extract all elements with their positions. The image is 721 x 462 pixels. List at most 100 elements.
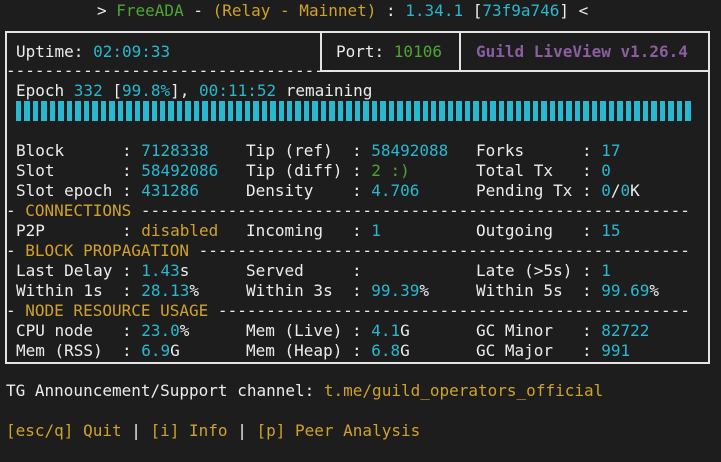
stat-label: Within 5s : bbox=[476, 281, 602, 300]
stat-block: Block : 7128338 bbox=[16, 141, 209, 161]
stat-value: 6.9 bbox=[141, 341, 171, 360]
info-key[interactable]: [i] Info bbox=[151, 421, 228, 440]
stat-label: Mem (Live) : bbox=[246, 321, 372, 340]
stat-value: 7128338 bbox=[141, 141, 209, 160]
progress-segment bbox=[168, 101, 174, 121]
progress-segment bbox=[380, 101, 386, 121]
stat-label: Within 1s : bbox=[16, 281, 142, 300]
progress-segment bbox=[236, 101, 242, 121]
progress-segment bbox=[541, 101, 547, 121]
support-label: TG Announcement/Support channel: bbox=[6, 381, 324, 400]
progress-segment bbox=[532, 101, 539, 121]
progress-segment bbox=[430, 101, 437, 121]
quit-key[interactable]: [esc/q] Quit bbox=[6, 421, 122, 440]
header-bar: > FreeADA - (Relay - Mainnet) : 1.34.1 [… bbox=[97, 1, 588, 21]
keybind-bar: [esc/q] Quit | [i] Info | [p] Peer Analy… bbox=[6, 421, 420, 441]
stat-label: Late (>5s) : bbox=[476, 261, 602, 280]
divider bbox=[320, 70, 710, 72]
progress-segment bbox=[49, 101, 56, 121]
stat-label: GC Major : bbox=[476, 341, 602, 360]
stat-mem-live: Mem (Live) : 4.1G bbox=[246, 321, 410, 341]
stat-value: 28.13 bbox=[141, 281, 190, 300]
progress-segment bbox=[363, 101, 369, 121]
stat-unit: % bbox=[179, 321, 190, 340]
progress-segment bbox=[159, 101, 166, 121]
stat-value: disabled bbox=[141, 221, 219, 240]
progress-segment bbox=[574, 101, 581, 121]
support-link[interactable]: t.me/guild_operators_official bbox=[324, 381, 603, 400]
progress-segment bbox=[185, 101, 191, 121]
progress-segment bbox=[617, 101, 623, 121]
stat-label: Tip (diff) : bbox=[246, 161, 372, 180]
stat-served: Served : bbox=[246, 261, 371, 281]
stat-label: Served : bbox=[246, 261, 372, 280]
progress-segment bbox=[422, 101, 428, 121]
progress-segment bbox=[16, 101, 22, 121]
progress-segment bbox=[210, 101, 217, 121]
peer-analysis-key[interactable]: [p] Peer Analysis bbox=[256, 421, 420, 440]
app-name: FreeADA bbox=[116, 1, 184, 20]
header-prefix: > bbox=[97, 1, 117, 20]
stat-incoming: Incoming : 1 bbox=[246, 221, 381, 241]
stat-label: CPU node : bbox=[16, 321, 142, 340]
stat-mem-heap: Mem (Heap) : 6.8G bbox=[246, 341, 410, 361]
progress-segment bbox=[549, 101, 555, 121]
stat-value: 1.43 bbox=[141, 261, 180, 280]
section-connections-header: - CONNECTIONS --------------------------… bbox=[6, 201, 690, 221]
stat-label: Within 3s : bbox=[246, 281, 372, 300]
progress-segment bbox=[92, 101, 98, 121]
stat-value: 58492088 bbox=[371, 141, 449, 160]
header-sep: [ bbox=[463, 1, 483, 20]
progress-segment bbox=[261, 101, 268, 121]
progress-segment bbox=[371, 101, 378, 121]
progress-segment bbox=[405, 101, 412, 121]
progress-segment bbox=[558, 101, 564, 121]
stat-label: Incoming : bbox=[246, 221, 372, 240]
stat-within-5s: Within 5s : 99.69% bbox=[476, 281, 659, 301]
top-dash-divider: ---------------------------------- bbox=[6, 61, 334, 80]
stat-value: 23.0 bbox=[141, 321, 180, 340]
section-propagation-header: - BLOCK PROPAGATION --------------------… bbox=[6, 241, 690, 261]
stat-label: Total Tx : bbox=[476, 161, 602, 180]
progress-segment bbox=[634, 101, 640, 121]
stat-total-tx: Total Tx : 0 bbox=[476, 161, 611, 181]
progress-segment bbox=[176, 101, 183, 121]
progress-segment bbox=[303, 101, 310, 121]
stat-label: Outgoing : bbox=[476, 221, 602, 240]
progress-segment bbox=[83, 101, 90, 121]
stat-value: 0 bbox=[601, 161, 611, 180]
commit-hash: 73f9a746 bbox=[482, 1, 560, 20]
progress-segment bbox=[295, 101, 301, 121]
progress-segment bbox=[270, 101, 276, 121]
stat-value: 6.8 bbox=[371, 341, 401, 360]
stat-density: Density : 4.706 bbox=[246, 181, 419, 201]
progress-segment bbox=[354, 101, 361, 121]
progress-segment bbox=[143, 101, 149, 121]
stat-label: Pending Tx : bbox=[476, 181, 602, 200]
progress-segment bbox=[227, 101, 234, 121]
progress-segment bbox=[329, 101, 335, 121]
stat-late: Late (>5s) : 1 bbox=[476, 261, 611, 281]
dash: ----------------------------------------… bbox=[208, 301, 690, 320]
divider bbox=[459, 31, 461, 71]
section-resources-header: - NODE RESOURCE USAGE ------------------… bbox=[6, 301, 690, 321]
stat-label: Slot epoch : bbox=[16, 181, 142, 200]
stat-value: 2 :) bbox=[371, 161, 410, 180]
stat-unit: K bbox=[630, 181, 640, 200]
progress-segment bbox=[439, 101, 445, 121]
separator: | bbox=[227, 421, 257, 440]
epoch-number: 332 bbox=[73, 81, 103, 100]
progress-segment bbox=[685, 101, 691, 121]
progress-segment bbox=[32, 101, 39, 121]
progress-segment bbox=[524, 101, 530, 121]
stat-value: 1 bbox=[601, 261, 611, 280]
stat-pending-tx: Pending Tx : 0/0K bbox=[476, 181, 640, 201]
progress-segment bbox=[193, 101, 200, 121]
port-label: Port: bbox=[336, 42, 394, 61]
stat-value: 15 bbox=[601, 221, 621, 240]
progress-segment bbox=[346, 101, 352, 121]
progress-segment bbox=[202, 101, 208, 121]
header-suffix: ] < bbox=[559, 1, 589, 20]
progress-segment bbox=[447, 101, 454, 121]
progress-segment bbox=[337, 101, 344, 121]
